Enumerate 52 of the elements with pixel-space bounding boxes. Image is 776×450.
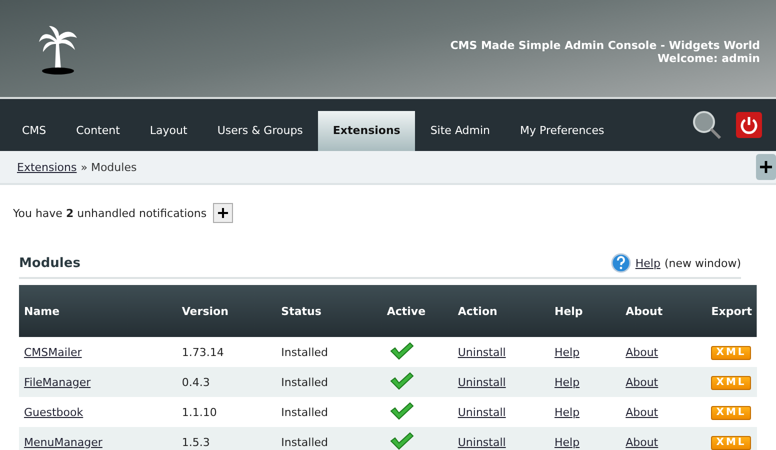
module-link[interactable]: FileManager	[24, 376, 91, 388]
module-link[interactable]: Guestbook	[24, 406, 84, 418]
column-header: Help	[554, 304, 583, 318]
help-link[interactable]: Help	[635, 256, 660, 270]
help-link[interactable]: Help	[554, 406, 580, 418]
about-link[interactable]: About	[626, 376, 658, 388]
column-header: Action	[458, 304, 498, 318]
status-text: Installed	[281, 376, 328, 388]
nav-tab[interactable]: Layout	[134, 111, 202, 151]
site-title: CMS Made Simple Admin Console - Widgets World	[450, 39, 760, 52]
nav-tab[interactable]: Content	[61, 111, 135, 151]
section-title: Modules	[19, 256, 80, 270]
breadcrumb-current: » Modules	[80, 160, 137, 174]
notification-text: You have 2 unhandled notifications	[13, 206, 207, 220]
help-link[interactable]: Help	[554, 346, 580, 358]
nav-tab[interactable]: Site Admin	[415, 111, 506, 151]
checkmark-icon[interactable]	[390, 372, 414, 390]
welcome-text: Welcome: admin	[656, 52, 760, 65]
nav-tab[interactable]: Users & Groups	[202, 111, 318, 151]
column-header: Name	[24, 304, 60, 318]
plus-icon[interactable]	[756, 154, 776, 180]
column-header: Active	[386, 304, 426, 318]
nav-tab[interactable]: My Preferences	[505, 111, 620, 151]
version-text: 1.1.10	[182, 406, 217, 418]
checkmark-icon[interactable]	[390, 432, 414, 450]
plus-icon	[216, 207, 229, 219]
column-header: About	[626, 304, 663, 318]
about-link[interactable]: About	[626, 406, 658, 418]
nav-tab[interactable]: CMS	[7, 111, 62, 151]
checkmark-icon[interactable]	[390, 402, 414, 420]
about-link[interactable]: About	[626, 346, 658, 358]
search-icon[interactable]	[692, 110, 722, 140]
version-text: 1.73.14	[182, 346, 224, 358]
module-link[interactable]: CMSMailer	[24, 346, 82, 358]
version-text: 0.4.3	[182, 376, 210, 388]
uninstall-link[interactable]: Uninstall	[458, 346, 506, 358]
uninstall-link[interactable]: Uninstall	[458, 406, 506, 418]
column-header: Version	[182, 304, 228, 318]
column-header: Export	[711, 304, 752, 318]
help-note: (new window)	[664, 256, 741, 270]
expand-button[interactable]	[212, 203, 233, 223]
status-text: Installed	[281, 436, 328, 448]
column-header: Status	[281, 304, 322, 318]
power-icon[interactable]	[736, 112, 762, 138]
status-text: Installed	[281, 406, 328, 418]
version-text: 1.5.3	[182, 436, 210, 448]
nav-tab[interactable]: Extensions	[318, 111, 416, 151]
checkmark-icon[interactable]	[390, 342, 414, 360]
breadcrumb-link[interactable]: Extensions	[17, 160, 77, 174]
help-link[interactable]: Help	[554, 376, 580, 388]
status-text: Installed	[281, 346, 328, 358]
help-icon[interactable]	[611, 253, 632, 273]
